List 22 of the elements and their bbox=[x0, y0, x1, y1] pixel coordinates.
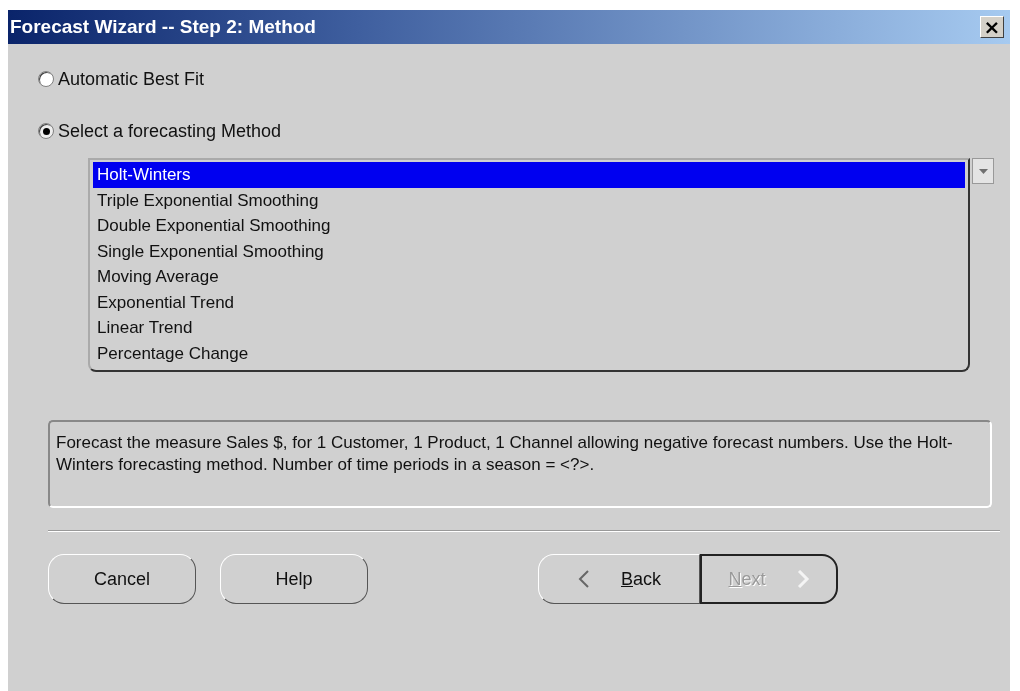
list-item[interactable]: Exponential Trend bbox=[93, 289, 966, 315]
list-item[interactable]: Double Exponential Smoothing bbox=[93, 213, 966, 239]
radio-label[interactable]: Automatic Best Fit bbox=[58, 68, 205, 90]
radio-button[interactable] bbox=[38, 123, 54, 139]
description-text: Forecast the measure Sales $, for 1 Customer, 1 Product, 1 Channel allowing negative forecast numbers. Use the Holt-Winters forecasting method. Number of time periods in a season = <?>. bbox=[56, 433, 953, 474]
radio-label[interactable]: Select a forecasting Method bbox=[58, 120, 282, 142]
dropdown-button[interactable] bbox=[972, 158, 994, 184]
list-item[interactable]: Triple Exponential Smoothing bbox=[93, 187, 966, 213]
list-item[interactable]: Single Exponential Smoothing bbox=[93, 238, 966, 264]
list-item[interactable]: Moving Average bbox=[93, 264, 966, 290]
wizard-button[interactable]: Cancel bbox=[48, 554, 196, 604]
wizard-button[interactable]: Help bbox=[220, 554, 368, 604]
radio-button[interactable] bbox=[38, 71, 54, 87]
list-item[interactable]: Percentage Change bbox=[93, 340, 966, 366]
close-button[interactable]: × bbox=[980, 16, 1004, 38]
back-button[interactable]: Back bbox=[538, 554, 700, 604]
left-chevron-icon bbox=[577, 570, 591, 588]
list-item[interactable]: Holt-Winters bbox=[93, 162, 966, 188]
caret-icon bbox=[978, 168, 988, 174]
window-title: Forecast Wizard -- Step 2: Method bbox=[10, 16, 316, 38]
list-item[interactable]: Linear Trend bbox=[93, 315, 966, 341]
right-chevron-icon bbox=[795, 570, 810, 588]
